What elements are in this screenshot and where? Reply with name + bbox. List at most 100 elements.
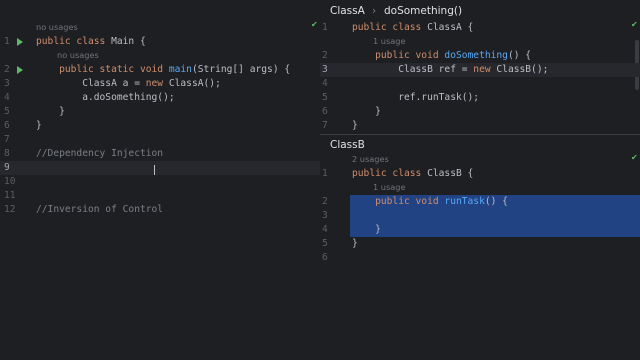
code-text: } (352, 119, 358, 133)
code-line[interactable]: 3 ClassB ref = new ClassB(); (320, 63, 640, 77)
line-number: 3 (322, 210, 328, 221)
line-number: 2 (322, 50, 328, 61)
code-line[interactable]: 2 public void doSomething() { (320, 49, 640, 63)
code-text: } (36, 119, 42, 133)
code-token: ClassB(); (496, 64, 549, 75)
code-line[interactable]: 10 (0, 175, 320, 189)
line-number: 2 (322, 196, 328, 207)
code-line[interactable]: 12 //Inversion of Control (0, 203, 320, 217)
code-text: ClassB ref = new ClassB(); (352, 63, 548, 77)
line-number: 3 (322, 64, 328, 75)
line-number: 7 (322, 120, 328, 131)
code-line[interactable]: 5 } (0, 105, 320, 119)
line-number: 11 (4, 190, 16, 201)
code-text: public class ClassB { (352, 167, 473, 181)
code-token: runTask (444, 196, 485, 207)
pane-divider (320, 134, 640, 135)
line-number: 8 (4, 148, 10, 159)
code-token: //Inversion of Control (36, 204, 164, 215)
code-token: } (352, 106, 381, 117)
code-line[interactable]: 2 public void runTask() { (320, 195, 640, 209)
breadcrumb-separator: › (372, 5, 377, 17)
line-number: 10 (4, 176, 16, 187)
code-text: ref.runTask(); (352, 91, 479, 105)
code-text: //Inversion of Control (36, 203, 163, 217)
code-token: //Dependency Injection (36, 148, 164, 159)
code-line[interactable]: 6 } (320, 105, 640, 119)
code-line[interactable]: 4 (320, 77, 640, 91)
code-text: } (36, 105, 65, 119)
usages-hint[interactable]: 2 usages (352, 153, 389, 165)
code-line[interactable]: 5} (320, 237, 640, 251)
code-token: (String[] args) { (191, 64, 291, 75)
code-token: doSomething (444, 50, 508, 61)
code-line[interactable]: 2 public static void main(String[] args)… (0, 63, 320, 77)
line-number: 1 (322, 22, 328, 33)
code-line[interactable]: 1 public class ClassA { (320, 21, 640, 35)
code-line[interactable]: 6 (320, 251, 640, 265)
code-token: } (352, 224, 381, 235)
code-text: public static void main(String[] args) { (36, 63, 290, 77)
code-line[interactable]: 3 ClassA a = new ClassA(); (0, 77, 320, 91)
line-number: 6 (322, 252, 328, 263)
check-icon: ✔ (631, 153, 638, 162)
code-token: } (352, 238, 358, 249)
breadcrumb-method[interactable]: doSomething() (384, 5, 462, 17)
text-cursor (154, 165, 155, 175)
code-text: //Dependency Injection (36, 147, 163, 161)
code-line[interactable]: 4 } (320, 223, 640, 237)
code-token: ClassA(); (168, 78, 221, 89)
code-token: ClassB { (427, 168, 474, 179)
line-number: 1 (4, 36, 10, 47)
code-token: } (36, 106, 65, 117)
code-text: a.doSomething(); (36, 91, 175, 105)
code-token: main (168, 64, 192, 75)
code-token: public class (352, 22, 428, 33)
code-line[interactable]: 9 (0, 161, 320, 175)
line-number: 12 (4, 204, 16, 215)
code-token: ref.runTask(); (352, 92, 480, 103)
code-text: public void doSomething() { (352, 49, 531, 63)
usages-hint[interactable]: 1 usage (373, 181, 406, 193)
code-line[interactable]: 7 (0, 133, 320, 147)
code-text: public class Main { (36, 35, 146, 49)
line-number: 4 (322, 78, 328, 89)
code-token: ClassA { (427, 22, 474, 33)
code-token: public static void (36, 64, 169, 75)
line-number: 1 (322, 168, 328, 179)
code-text: public void runTask() { (352, 195, 508, 209)
code-text: } (352, 105, 381, 119)
code-line[interactable]: 6} (0, 119, 320, 133)
code-token: public class (36, 36, 112, 47)
line-number: 2 (4, 64, 10, 75)
code-line[interactable]: 8 //Dependency Injection (0, 147, 320, 161)
code-token: ClassB ref = (352, 64, 474, 75)
code-token: new (145, 78, 169, 89)
popup-title-text: ClassB (330, 139, 365, 151)
code-line[interactable]: 1 public class Main { (0, 35, 320, 49)
left-editor[interactable]: ✔ no usages 1 public class Main {no usages… (0, 0, 320, 360)
code-line[interactable]: 7} (320, 119, 640, 133)
usages-hint[interactable]: 1 usage (373, 35, 406, 47)
code-text: ClassA a = new ClassA(); (36, 77, 221, 91)
code-token: new (473, 64, 497, 75)
line-number: 6 (322, 106, 328, 117)
code-token: public class (352, 168, 428, 179)
usages-hint[interactable]: no usages (57, 49, 99, 61)
code-token: a.doSomething(); (36, 92, 175, 103)
code-text: } (352, 223, 381, 237)
run-icon[interactable] (17, 38, 23, 46)
code-token: ClassA a = (36, 78, 146, 89)
run-icon[interactable] (17, 66, 23, 74)
code-token: () { (507, 50, 532, 61)
code-line[interactable]: 5 ref.runTask(); (320, 91, 640, 105)
line-number: 5 (4, 106, 10, 117)
code-line[interactable]: 11 (0, 189, 320, 203)
code-line[interactable]: 1 public class ClassB { (320, 167, 640, 181)
line-number: 5 (322, 238, 328, 249)
breadcrumb-class[interactable]: ClassA (330, 5, 365, 17)
usages-hint[interactable]: no usages (36, 21, 78, 33)
line-number: 6 (4, 120, 10, 131)
code-line[interactable]: 3 (320, 209, 640, 223)
code-line[interactable]: 4 a.doSomething(); (0, 91, 320, 105)
